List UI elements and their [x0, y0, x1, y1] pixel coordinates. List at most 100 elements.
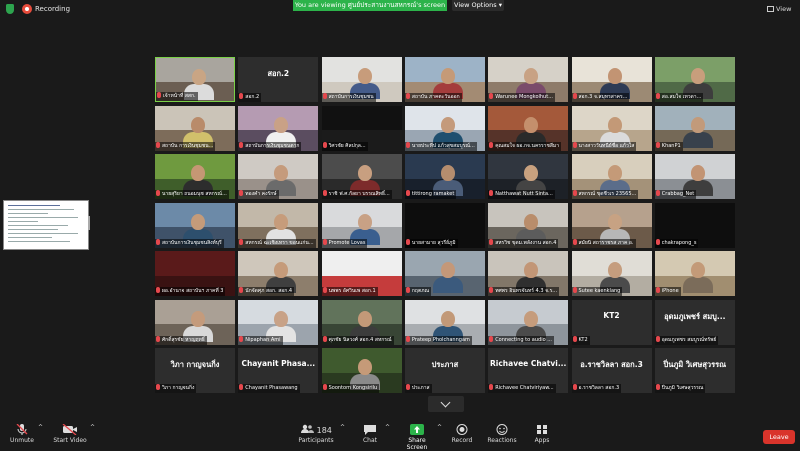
participant-tile[interactable]: ปิ่นภูมิ วิเศษสุวรรณ ปิ่นภูมิ วิเศษสุวรรณ: [654, 348, 735, 393]
participant-name: อ.ราชวิลลา สอก.3: [578, 385, 620, 391]
participant-tile[interactable]: Promote Lovas: [321, 202, 402, 248]
participant-display-name: Richavee Chatvi...: [490, 359, 567, 368]
participant-name: Crabbag_Net: [661, 191, 695, 197]
muted-mic-icon: [405, 238, 410, 245]
participant-tile[interactable]: อ.ราชวิลลา สอก.3 อ.ราชวิลลา สอก.3: [571, 348, 652, 393]
video-options-caret-icon[interactable]: ^: [90, 424, 95, 431]
participant-tile[interactable]: คุณสมใจ ผอ.กจ.นครราชสีมา: [488, 105, 569, 151]
participant-tile[interactable]: Crabbag_Net: [654, 154, 735, 199]
thumbnail-drag-handle[interactable]: [88, 216, 90, 230]
participant-tile[interactable]: iPhone: [654, 251, 735, 296]
unmute-button[interactable]: Unmute: [8, 424, 36, 444]
start-video-button[interactable]: Start Video: [52, 424, 88, 444]
participant-tile[interactable]: สถาบันการเงินชุมชน: [321, 57, 402, 102]
participant-tile[interactable]: Soontorn Kongsirilu: [321, 348, 402, 393]
participant-name: ปิ่นภูมิ วิเศษสุวรรณ: [661, 385, 704, 391]
participant-tile[interactable]: ทองคำ คงรักษ์: [238, 154, 319, 199]
participant-name-label: นายประทีป แก้วสุขสมบูรณ์...: [404, 141, 477, 151]
participant-tile[interactable]: ประภาส ประภาส: [404, 348, 485, 393]
participant-tile[interactable]: กฤตภณ: [404, 251, 485, 296]
participant-tile[interactable]: นักจัดศุภ สอก. สอก.4: [238, 251, 319, 296]
muted-mic-icon: [239, 190, 244, 196]
participant-name: สถาบัน การเงินชุมชน...: [162, 142, 214, 149]
participant-tile[interactable]: สหรวิช ขุดม.พลังงาน สอก.4: [488, 202, 569, 248]
participant-tile[interactable]: KT2 KT2: [571, 299, 652, 345]
muted-mic-icon: [489, 384, 494, 390]
share-screen-button[interactable]: Share Screen: [398, 424, 436, 451]
participant-tile[interactable]: วิภา กาญจนกิ่ง วิภา กาญจนกิ่ง: [155, 348, 235, 393]
participant-name: วิศวชัย ศิลปกุล...: [328, 142, 366, 149]
participants-caret-icon[interactable]: ^: [340, 424, 345, 431]
participant-tile[interactable]: สอก.3 จ.สมุทรสาคร...: [571, 57, 652, 102]
participant-tile[interactable]: สหกรณ์ ขุดชีวเร 23565...: [571, 154, 652, 199]
participant-tile[interactable]: สถาบัน ภาคตะวันออก: [404, 57, 485, 102]
view-button[interactable]: View: [767, 3, 797, 15]
participant-tile[interactable]: Warunee Mongkolhut...: [488, 57, 569, 102]
participant-tile[interactable]: ทศพร อินทรจันทร์ 4.3 จ.ร...: [488, 251, 569, 296]
participant-tile[interactable]: Connecting to audio ...: [488, 299, 569, 345]
participant-tile[interactable]: นพพร อัศวินเพ สอก.1: [321, 251, 402, 296]
participant-tile[interactable]: นายสามาย สุวรีย์ภูมิ: [404, 202, 485, 248]
participant-tile[interactable]: สถาบันการเงินชุมชนตาก: [238, 105, 319, 151]
participant-name: สอก.3 จ.สมุทรสาคร...: [578, 94, 628, 100]
participant-name: นายสุริยา ถนอมนุช สหกรณ์...: [162, 191, 227, 197]
participant-tile[interactable]: Natthawat Nutt Sinta...: [488, 154, 569, 199]
chat-button[interactable]: Chat: [358, 424, 382, 444]
participant-tile[interactable]: นายประทีป แก้วสุขสมบูรณ์...: [404, 105, 485, 151]
participant-tile[interactable]: Nipaphan Ami: [238, 299, 319, 345]
security-shield-icon[interactable]: [6, 4, 14, 14]
apps-icon: [537, 425, 547, 434]
participant-display-name: Chayanit Phasa...: [241, 359, 316, 368]
participant-tile[interactable]: สถาบันการเงินชุมชนสิงห์บุรี: [155, 202, 235, 248]
muted-mic-icon: [489, 141, 494, 148]
reactions-button[interactable]: Reactions: [486, 424, 518, 444]
apps-button[interactable]: Apps: [530, 424, 554, 444]
muted-mic-icon: [572, 238, 577, 245]
participant-tile[interactable]: เจ้าหน้าที่ สสก.: [155, 57, 235, 102]
participant-tile[interactable]: ศักดิ์สุรชัย หาญฤทธิ์: [155, 299, 235, 345]
muted-mic-icon: [156, 141, 160, 148]
participant-tile[interactable]: ผอ.อำนาจ สถาบันฯ ภาคที่ 3: [155, 251, 235, 296]
chat-caret-icon[interactable]: ^: [385, 424, 390, 431]
participant-tile[interactable]: Sutee kaenklang: [571, 251, 652, 296]
participant-name-label: Soontorn Kongsirilu: [321, 384, 380, 393]
participant-name-label: Prateep Pholchanngam: [404, 335, 472, 345]
participant-tile[interactable]: Prateep Pholchanngam: [404, 299, 485, 345]
participant-tile[interactable]: นายสุริยา ถนอมนุช สหกรณ์...: [155, 154, 235, 199]
participant-name: นายสามาย สุวรีย์ภูมิ: [411, 239, 456, 246]
audio-options-caret-icon[interactable]: ^: [38, 424, 43, 431]
participant-tile[interactable]: อุดมภูเพชร์ สมบู... อุดมภูเพชร สมบูรณ์ทรั…: [654, 299, 735, 345]
muted-mic-icon: [489, 335, 494, 342]
participant-tile[interactable]: สหกรณ์ ฉะเชิงเทรา ขอนแก่น...: [238, 202, 319, 248]
participant-tile[interactable]: สอก.2 สอก.2: [238, 57, 319, 102]
participant-tile[interactable]: สถาบัน การเงินชุมชน...: [155, 105, 235, 151]
participants-icon: [301, 424, 315, 433]
participant-tile[interactable]: สอ.สมใจ เทวดา...: [654, 57, 735, 102]
muted-mic-icon: [322, 238, 327, 245]
participant-tile[interactable]: chakrapong_s: [654, 202, 735, 248]
leave-button[interactable]: Leave: [763, 430, 795, 444]
participant-name: Chayanit Phasawang: [245, 385, 298, 391]
record-button[interactable]: Record: [450, 424, 474, 444]
participant-name: ผอ.อำนาจ สถาบันฯ ภาคที่ 3: [162, 288, 224, 294]
participant-tile[interactable]: ราชิ ฟ.ศ.กัลยา บรรณสิทธิ์...: [321, 154, 402, 199]
participant-tile[interactable]: tittirong ramaket: [404, 154, 485, 199]
participant-tile[interactable]: สมัยนิ สถาราชรส ภาค อ.: [571, 202, 652, 248]
participant-tile[interactable]: วิศวชัย ศิลปกุล...: [321, 105, 402, 151]
participant-name-label: นักจัดศุภ สอก. สอก.4: [238, 287, 295, 296]
next-page-chevron-icon[interactable]: [428, 396, 464, 412]
shared-screen-thumbnail[interactable]: [3, 200, 89, 250]
participant-name: Warunee Mongkolhut...: [495, 94, 553, 100]
participant-display-name: ปิ่นภูมิ วิเศษสุวรรณ: [663, 360, 727, 369]
record-icon: [456, 424, 468, 435]
share-caret-icon[interactable]: ^: [437, 424, 442, 431]
participants-button[interactable]: 184 Participants: [298, 424, 334, 444]
participant-tile[interactable]: Chayanit Phasa... Chayanit Phasawang: [238, 348, 319, 393]
participant-tile[interactable]: Richavee Chatvi... Richavee Chatviriyaw..…: [488, 348, 569, 393]
participant-tile[interactable]: ศุภชัย นิลวงศ์ สอก.4 สหกรณ์: [321, 299, 402, 345]
share-screen-icon: [410, 424, 424, 435]
participant-tile[interactable]: นางสาววันทนีย์ชื่อ แก้วใส: [571, 105, 652, 151]
participant-tile[interactable]: KhanP1: [654, 105, 735, 151]
view-options-button[interactable]: View Options ▾: [452, 0, 504, 11]
start-video-label: Start Video: [53, 437, 87, 444]
